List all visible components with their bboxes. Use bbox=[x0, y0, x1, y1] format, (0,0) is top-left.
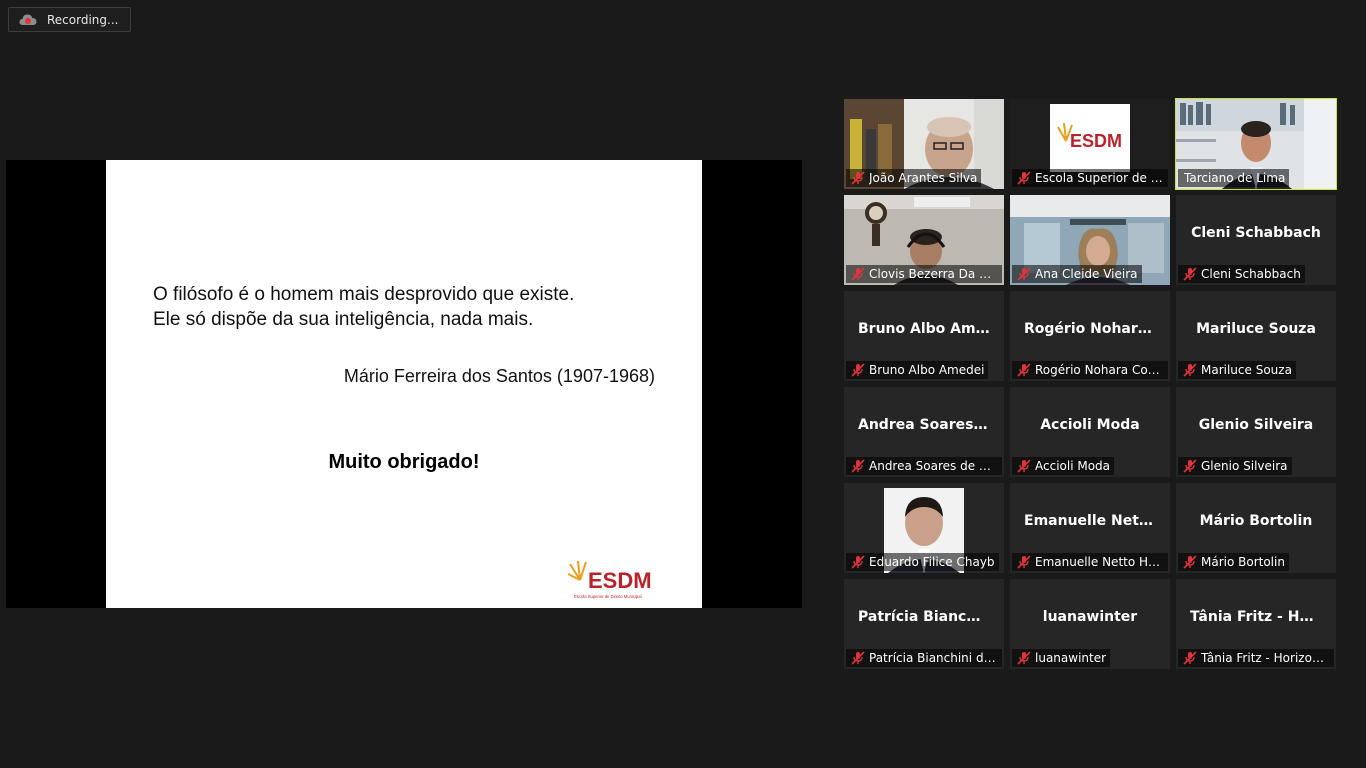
participant-name-bar: Bruno Albo Amedei bbox=[846, 361, 989, 379]
recording-indicator[interactable]: Recording... bbox=[8, 7, 131, 32]
participant-tile[interactable]: Rogério Nohara... Rogério Nohara Corr... bbox=[1010, 291, 1170, 381]
muted-mic-icon bbox=[1017, 171, 1031, 185]
participant-tile[interactable]: ESDM Escola Superior de Di... bbox=[1010, 99, 1170, 189]
participant-name: Accioli Moda bbox=[1035, 459, 1111, 473]
participant-name: João Arantes Silva bbox=[869, 171, 978, 185]
participant-tile[interactable]: João Arantes Silva bbox=[844, 99, 1004, 189]
participant-tile[interactable]: Eduardo Filice Chayb bbox=[844, 483, 1004, 573]
participant-display-name: Bruno Albo Am... bbox=[858, 321, 992, 337]
participant-name: Escola Superior de Di... bbox=[1035, 171, 1164, 185]
esdm-logo-text: ESDM bbox=[588, 568, 652, 593]
participant-tile[interactable]: Mário Bortolin Mário Bortolin bbox=[1176, 483, 1336, 573]
muted-mic-icon bbox=[851, 171, 865, 185]
muted-mic-icon bbox=[1017, 555, 1031, 569]
cloud-recording-icon bbox=[19, 13, 37, 27]
participant-name: Patrícia Bianchini de ... bbox=[869, 651, 998, 665]
participant-display-name: Emanuelle Nett... bbox=[1024, 513, 1162, 529]
participant-tile[interactable]: Andrea Soares d... Andrea Soares de Ca... bbox=[844, 387, 1004, 477]
participant-display-name: Rogério Nohara... bbox=[1024, 321, 1164, 337]
participant-name: Emanuelle Netto Her... bbox=[1035, 555, 1164, 569]
participant-name: Cleni Schabbach bbox=[1201, 267, 1301, 281]
esdm-logo-sub: Escola Superior de Direito Municipal bbox=[574, 594, 642, 599]
svg-text:ESDM: ESDM bbox=[1070, 131, 1122, 151]
quote-line-2: Ele só dispõe da sua inteligência, nada … bbox=[153, 309, 534, 330]
participant-name-bar: Accioli Moda bbox=[1012, 457, 1115, 475]
participant-name-bar: Cleni Schabbach bbox=[1178, 265, 1305, 283]
recording-label: Recording... bbox=[47, 12, 119, 27]
muted-mic-icon bbox=[1017, 267, 1031, 281]
participant-name: Mário Bortolin bbox=[1201, 555, 1285, 569]
shared-screen[interactable]: O filósofo é o homem mais desprovido que… bbox=[6, 160, 802, 608]
participant-name: Tarciano de Lima bbox=[1184, 171, 1286, 185]
participant-display-name: Patrícia Bianchi... bbox=[858, 609, 998, 625]
participant-display-name: luanawinter bbox=[1042, 609, 1138, 625]
participant-name-bar: luanawinter bbox=[1012, 649, 1111, 667]
muted-mic-icon bbox=[1183, 651, 1197, 665]
esdm-logo: ESDM Escola Superior de Direito Municipa… bbox=[566, 558, 670, 602]
participant-tile[interactable]: Tarciano de Lima bbox=[1175, 98, 1337, 190]
participant-display-name: Cleni Schabbach bbox=[1191, 225, 1321, 241]
participant-tile[interactable]: Glenio Silveira Glenio Silveira bbox=[1176, 387, 1336, 477]
muted-mic-icon bbox=[1183, 555, 1197, 569]
participant-name: Rogério Nohara Corr... bbox=[1035, 363, 1164, 377]
muted-mic-icon bbox=[851, 651, 865, 665]
participant-tile[interactable]: Tânia Fritz - Hor... Tânia Fritz - Horizo… bbox=[1176, 579, 1336, 669]
participant-name-bar: Escola Superior de Di... bbox=[1012, 169, 1168, 187]
participant-name-bar: Tânia Fritz - Horizonti... bbox=[1178, 649, 1334, 667]
muted-mic-icon bbox=[851, 267, 865, 281]
participant-name: Clovis Bezerra Da Silva bbox=[869, 267, 998, 281]
participant-name: Andrea Soares de Ca... bbox=[869, 459, 998, 473]
participant-name-bar: Patrícia Bianchini de ... bbox=[846, 649, 1002, 667]
slide-thanks: Muito obrigado! bbox=[328, 451, 480, 473]
participant-name-bar: Ana Cleide Vieira bbox=[1012, 265, 1142, 283]
participant-name-bar: Eduardo Filice Chayb bbox=[846, 553, 999, 571]
slide-quote: O filósofo é o homem mais desprovido que… bbox=[153, 282, 655, 332]
participant-name: Glenio Silveira bbox=[1201, 459, 1288, 473]
participant-display-name: Mariluce Souza bbox=[1196, 321, 1316, 337]
participant-name: luanawinter bbox=[1035, 651, 1107, 665]
muted-mic-icon bbox=[851, 459, 865, 473]
participant-tile[interactable]: Cleni Schabbach Cleni Schabbach bbox=[1176, 195, 1336, 285]
participant-display-name: Andrea Soares d... bbox=[858, 417, 1004, 433]
participant-name-bar: João Arantes Silva bbox=[846, 169, 982, 187]
participant-name-bar: Clovis Bezerra Da Silva bbox=[846, 265, 1002, 283]
quote-line-1: O filósofo é o homem mais desprovido que… bbox=[153, 284, 575, 305]
muted-mic-icon bbox=[1017, 363, 1031, 377]
participant-tile[interactable]: Ana Cleide Vieira bbox=[1010, 195, 1170, 285]
muted-mic-icon bbox=[1183, 267, 1197, 281]
participant-name: Mariluce Souza bbox=[1201, 363, 1292, 377]
participant-name: Eduardo Filice Chayb bbox=[869, 555, 995, 569]
participant-name-bar: Glenio Silveira bbox=[1178, 457, 1292, 475]
participant-display-name: Tânia Fritz - Hor... bbox=[1190, 609, 1330, 625]
participant-tile[interactable]: Clovis Bezerra Da Silva bbox=[844, 195, 1004, 285]
participant-name-bar: Tarciano de Lima bbox=[1178, 169, 1290, 187]
participant-display-name: Glenio Silveira bbox=[1198, 417, 1314, 433]
participant-display-name: Mário Bortolin bbox=[1199, 513, 1313, 529]
participant-tile[interactable]: Mariluce Souza Mariluce Souza bbox=[1176, 291, 1336, 381]
participant-tile[interactable]: luanawinter luanawinter bbox=[1010, 579, 1170, 669]
participant-name-bar: Andrea Soares de Ca... bbox=[846, 457, 1002, 475]
participant-name-bar: Mariluce Souza bbox=[1178, 361, 1296, 379]
muted-mic-icon bbox=[851, 555, 865, 569]
muted-mic-icon bbox=[851, 363, 865, 377]
quote-author: Mário Ferreira dos Santos (1907-1968) bbox=[343, 366, 655, 386]
muted-mic-icon bbox=[1017, 651, 1031, 665]
participant-name-bar: Emanuelle Netto Her... bbox=[1012, 553, 1168, 571]
presentation-slide: O filósofo é o homem mais desprovido que… bbox=[106, 160, 702, 608]
participant-name-bar: Mário Bortolin bbox=[1178, 553, 1289, 571]
participant-name: Bruno Albo Amedei bbox=[869, 363, 985, 377]
participant-tile[interactable]: Accioli Moda Accioli Moda bbox=[1010, 387, 1170, 477]
muted-mic-icon bbox=[1183, 459, 1197, 473]
participant-tile[interactable]: Patrícia Bianchi... Patrícia Bianchini de… bbox=[844, 579, 1004, 669]
participant-tile[interactable]: Emanuelle Nett... Emanuelle Netto Her... bbox=[1010, 483, 1170, 573]
participant-name: Ana Cleide Vieira bbox=[1035, 267, 1138, 281]
participant-name: Tânia Fritz - Horizonti... bbox=[1201, 651, 1330, 665]
participant-display-name: Accioli Moda bbox=[1040, 417, 1140, 433]
participant-tile[interactable]: Bruno Albo Am... Bruno Albo Amedei bbox=[844, 291, 1004, 381]
muted-mic-icon bbox=[1183, 363, 1197, 377]
participant-name-bar: Rogério Nohara Corr... bbox=[1012, 361, 1168, 379]
muted-mic-icon bbox=[1017, 459, 1031, 473]
